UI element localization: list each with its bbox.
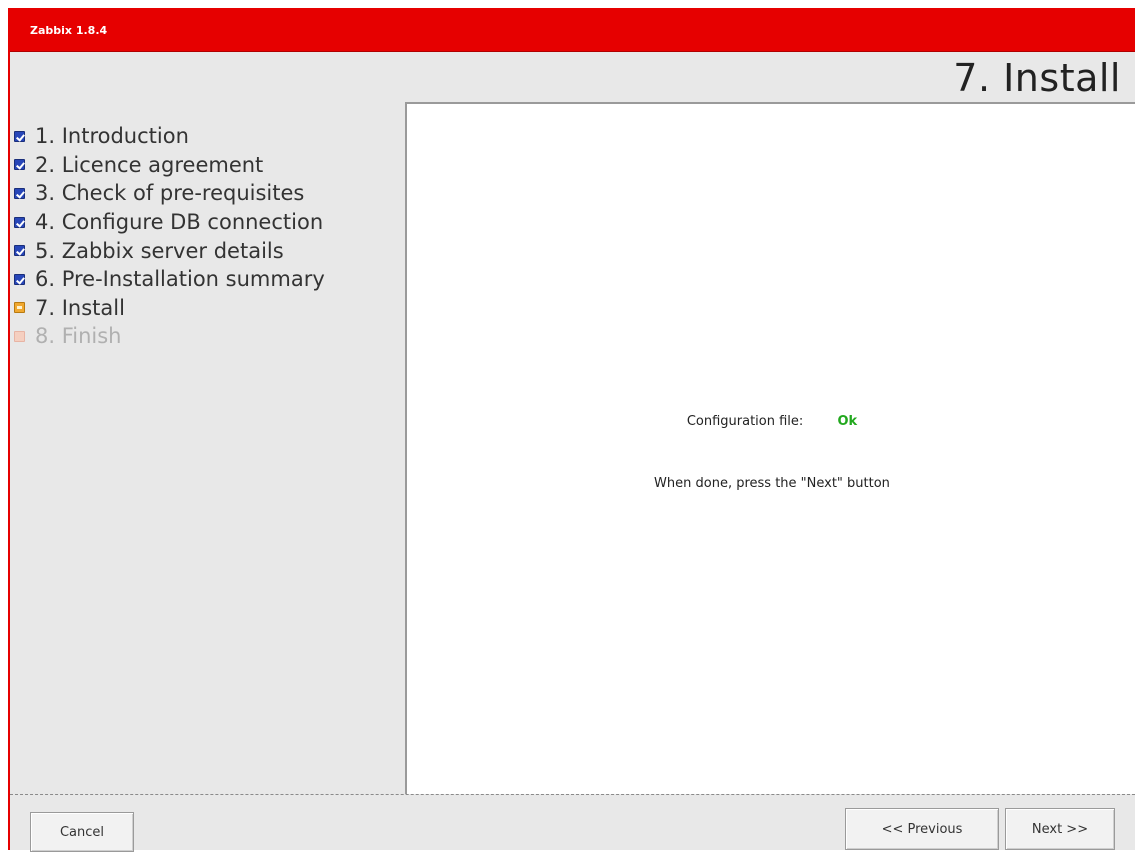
step-item-install: 7. Install (14, 294, 325, 323)
next-button[interactable]: Next >> (1005, 808, 1115, 850)
previous-button[interactable]: << Previous (845, 808, 999, 850)
step-label: 7. Install (35, 295, 125, 320)
button-bar: Cancel << Previous Next >> (10, 794, 1135, 852)
step-item-finish: 8. Finish (14, 322, 325, 351)
step-item-introduction: 1. Introduction (14, 122, 325, 151)
config-file-status: Configuration file: Ok (407, 414, 1135, 429)
step-item-licence-agreement: 2. Licence agreement (14, 151, 325, 180)
step-label: 1. Introduction (35, 124, 189, 149)
step-label: 4. Configure DB connection (35, 210, 324, 235)
checked-box-icon (14, 245, 25, 257)
checked-box-icon (14, 159, 25, 171)
next-hint-text: When done, press the "Next" button (654, 476, 890, 491)
checked-box-icon (14, 130, 25, 142)
app-title: Zabbix 1.8.4 (30, 24, 108, 37)
step-item-server-details: 5. Zabbix server details (14, 236, 325, 265)
step-label: 2. Licence agreement (35, 152, 264, 177)
checked-box-icon (14, 216, 25, 228)
install-content-panel: Configuration file: Ok When done, press … (405, 102, 1135, 796)
pending-box-icon (14, 330, 25, 342)
installer-window: Zabbix 1.8.4 7. Install 1. Introduction … (8, 8, 1135, 852)
step-heading: 7. Install (953, 56, 1121, 100)
step-item-pre-installation-summary: 6. Pre-Installation summary (14, 265, 325, 294)
step-label: 5. Zabbix server details (35, 238, 284, 263)
config-file-label: Configuration file: (686, 414, 804, 429)
step-label: 3. Check of pre-requisites (35, 181, 305, 206)
steps-sidebar: 1. Introduction 2. Licence agreement 3. … (10, 104, 405, 796)
config-file-ok-status: Ok (837, 414, 858, 429)
checked-box-icon (14, 187, 25, 199)
checked-box-icon (14, 273, 25, 285)
step-label: 8. Finish (35, 324, 122, 349)
steps-list: 1. Introduction 2. Licence agreement 3. … (14, 122, 325, 351)
arrow-box-icon (14, 302, 25, 314)
title-bar: Zabbix 1.8.4 (10, 8, 1135, 52)
cancel-button[interactable]: Cancel (30, 812, 134, 852)
step-label: 6. Pre-Installation summary (35, 267, 325, 292)
step-item-pre-requisites: 3. Check of pre-requisites (14, 179, 325, 208)
step-item-db-connection: 4. Configure DB connection (14, 208, 325, 237)
